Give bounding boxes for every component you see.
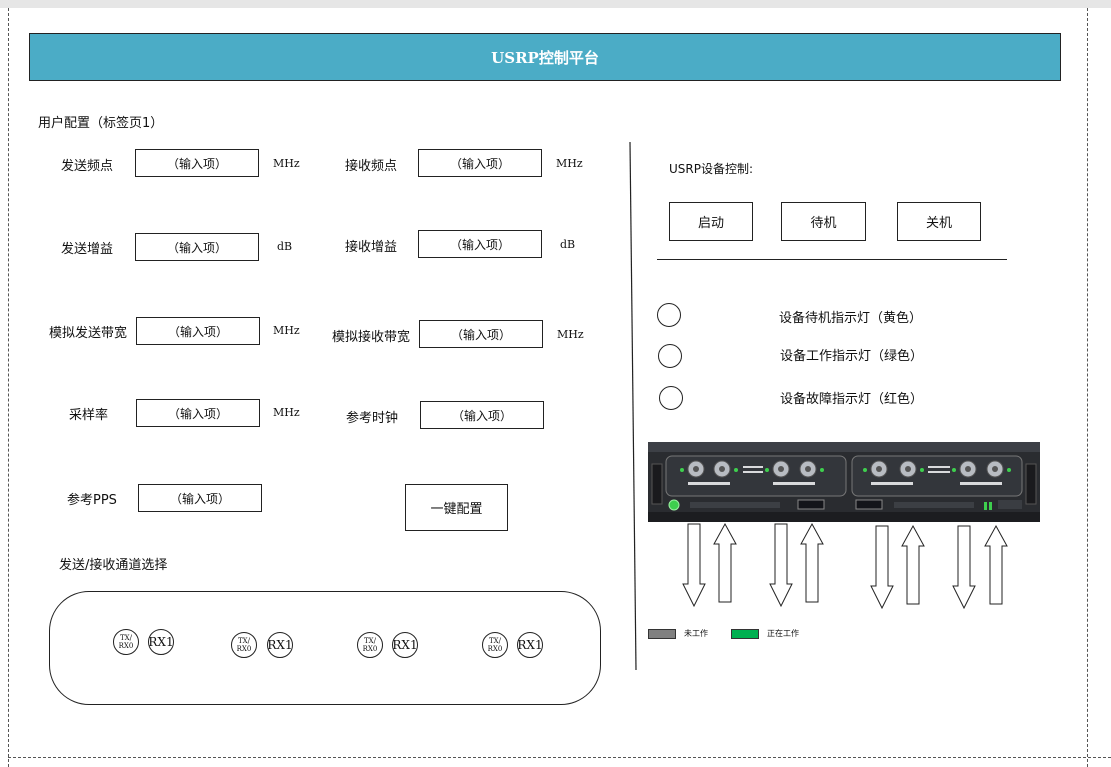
arrow-down-icon bbox=[769, 523, 793, 607]
rx-gain-unit: dB bbox=[560, 238, 576, 251]
legend-swatch-working bbox=[731, 629, 759, 639]
ref-clock-label: 参考时钟 bbox=[346, 411, 399, 426]
legend-label-working: 正在工作 bbox=[767, 629, 799, 638]
channel-4-rx1-port[interactable]: RX1 bbox=[517, 632, 543, 658]
page-border-left bbox=[8, 8, 9, 767]
rx-gain-input[interactable]: （输入项） bbox=[418, 230, 542, 258]
rx-bw-input[interactable]: （输入项） bbox=[419, 320, 543, 348]
tx-gain-label: 发送增益 bbox=[61, 242, 114, 257]
arrow-down-icon bbox=[870, 525, 894, 609]
standby-indicator-light bbox=[657, 303, 681, 327]
samp-rate-unit: MHz bbox=[273, 406, 300, 419]
arrow-up-icon bbox=[901, 525, 925, 605]
device-section-title: USRP设备控制: bbox=[669, 162, 754, 176]
working-indicator-label: 设备工作指示灯（绿色） bbox=[780, 349, 924, 364]
fault-indicator-label: 设备故障指示灯（红色） bbox=[780, 392, 924, 407]
app-title: USRP控制平台 bbox=[491, 48, 599, 67]
usrp-device-image bbox=[648, 442, 1040, 522]
arrow-up-icon bbox=[713, 523, 737, 603]
rx-bw-unit: MHz bbox=[557, 328, 584, 341]
channel-1-rx1-port[interactable]: RX1 bbox=[148, 629, 174, 655]
legend-label-idle: 未工作 bbox=[684, 629, 708, 638]
arrow-up-icon bbox=[800, 523, 824, 603]
channel-4-txrx0-port[interactable]: TX/ RX0 bbox=[482, 632, 508, 658]
start-button[interactable]: 启动 bbox=[669, 202, 753, 241]
rx-freq-input[interactable]: （输入项） bbox=[418, 149, 542, 177]
standby-button[interactable]: 待机 bbox=[781, 202, 866, 241]
rx-gain-label: 接收增益 bbox=[345, 240, 398, 255]
tx-gain-input[interactable]: （输入项） bbox=[135, 233, 259, 261]
channel-section-title: 发送/接收通道选择 bbox=[59, 558, 168, 573]
one-click-config-button[interactable]: 一键配置 bbox=[405, 484, 508, 531]
channel-2-rx1-port[interactable]: RX1 bbox=[267, 632, 293, 658]
tx-bw-label: 模拟发送带宽 bbox=[49, 326, 128, 341]
tx-freq-input[interactable]: （输入项） bbox=[135, 149, 259, 177]
tx-freq-unit: MHz bbox=[273, 157, 300, 170]
tx-bw-unit: MHz bbox=[273, 324, 300, 337]
arrow-down-icon bbox=[682, 523, 706, 607]
arrow-up-icon bbox=[984, 525, 1008, 605]
channel-1-txrx0-port[interactable]: TX/ RX0 bbox=[113, 629, 139, 655]
rx-freq-label: 接收频点 bbox=[345, 159, 398, 174]
tx-gain-unit: dB bbox=[277, 240, 293, 253]
standby-indicator-label: 设备待机指示灯（黄色） bbox=[779, 311, 923, 326]
legend-swatch-idle bbox=[648, 629, 676, 639]
tx-freq-label: 发送频点 bbox=[61, 159, 114, 174]
channel-2-txrx0-port[interactable]: TX/ RX0 bbox=[231, 632, 257, 658]
channel-3-txrx0-port[interactable]: TX/ RX0 bbox=[357, 632, 383, 658]
tx-bw-input[interactable]: （输入项） bbox=[136, 317, 260, 345]
ref-pps-label: 参考PPS bbox=[67, 493, 117, 508]
channel-3-rx1-port[interactable]: RX1 bbox=[392, 632, 418, 658]
top-strip bbox=[0, 0, 1111, 8]
device-separator bbox=[657, 259, 1007, 260]
samp-rate-input[interactable]: （输入项） bbox=[136, 399, 260, 427]
fault-indicator-light bbox=[659, 386, 683, 410]
working-indicator-light bbox=[658, 344, 682, 368]
rx-bw-label: 模拟接收带宽 bbox=[332, 330, 411, 345]
app-title-bar: USRP控制平台 bbox=[29, 33, 1061, 81]
config-section-title: 用户配置（标签页1） bbox=[38, 116, 164, 131]
rx-freq-unit: MHz bbox=[556, 157, 583, 170]
signal-arrows bbox=[682, 523, 1008, 609]
panel-divider bbox=[629, 141, 637, 671]
samp-rate-label: 采样率 bbox=[69, 408, 109, 423]
ref-clock-input[interactable]: （输入项） bbox=[420, 401, 544, 429]
shutdown-button[interactable]: 关机 bbox=[897, 202, 981, 241]
page-border-bottom bbox=[8, 757, 1111, 758]
page-border-right bbox=[1087, 8, 1088, 767]
arrow-down-icon bbox=[952, 525, 976, 609]
ref-pps-input[interactable]: （输入项） bbox=[138, 484, 262, 512]
